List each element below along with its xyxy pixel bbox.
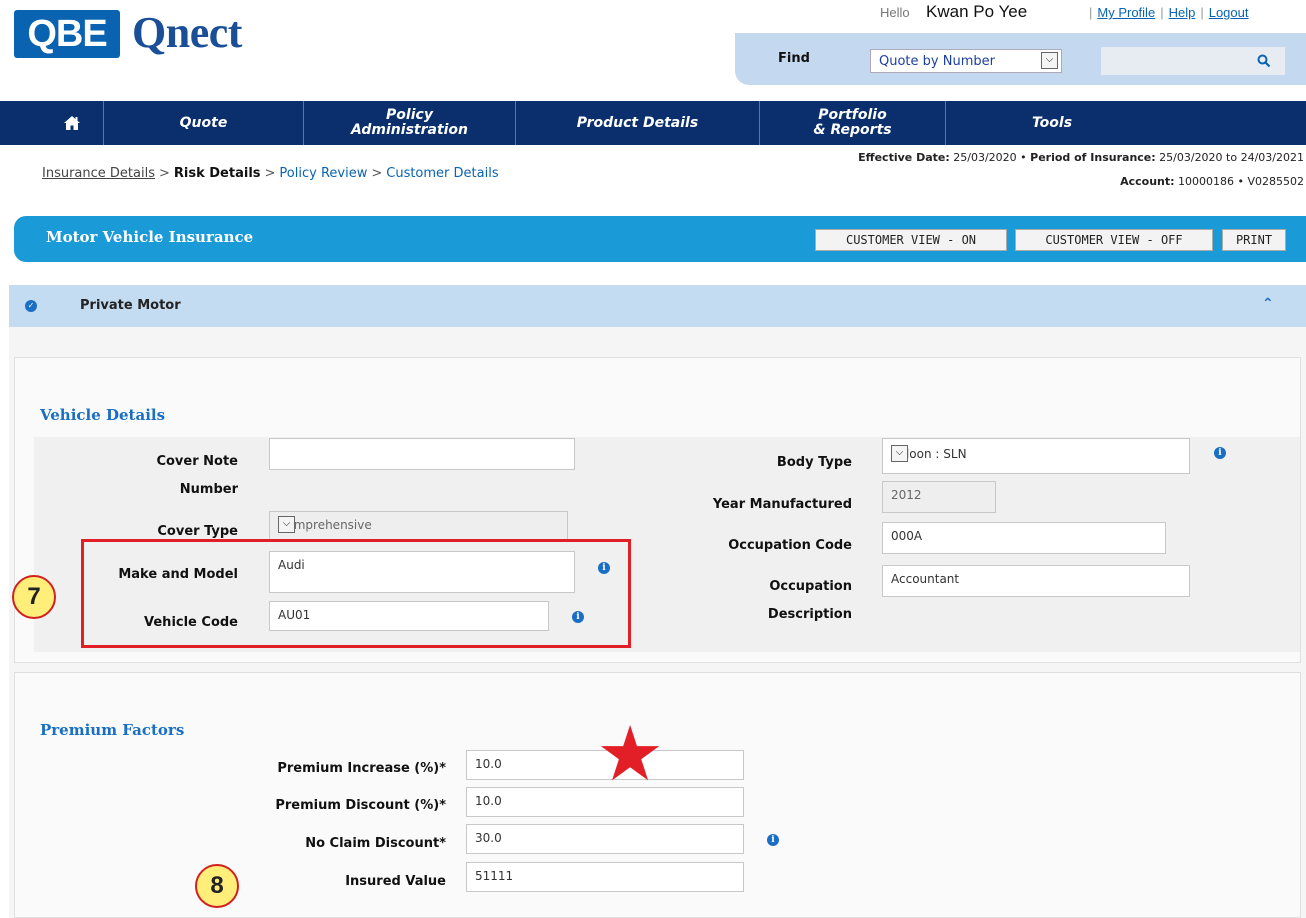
breadcrumb-insurance-details[interactable]: Insurance Details: [42, 166, 155, 181]
chevron-down-icon[interactable]: ⌵: [891, 445, 908, 462]
breadcrumb-customer-details[interactable]: Customer Details: [386, 166, 498, 181]
premium-factors-title: Premium Factors: [40, 721, 185, 739]
highlight-rectangle: [81, 539, 631, 648]
cover-note-label-1: Cover Note: [156, 454, 238, 469]
breadcrumb: Insurance Details > Risk Details > Policy Re…: [42, 166, 499, 181]
nav-product-details[interactable]: Product Details: [516, 101, 760, 145]
help-link[interactable]: Help: [1169, 5, 1196, 20]
occupation-code-value: 000A: [891, 529, 923, 543]
occupation-description-label-2: Description: [767, 607, 852, 622]
cover-type-label: Cover Type: [157, 524, 238, 539]
step-8-marker: 8: [195, 864, 239, 908]
premium-increase-value: 10.0: [475, 757, 502, 771]
vehicle-details-title: Vehicle Details: [40, 406, 166, 424]
account-label: Account:: [1120, 175, 1175, 188]
breadcrumb-separator: >: [264, 166, 276, 181]
premium-discount-value: 10.0: [475, 794, 502, 808]
nav-quote-label: Quote: [179, 114, 228, 131]
chevron-down-icon[interactable]: ⌵: [278, 516, 295, 533]
qnect-logo-text: Qnect: [132, 8, 242, 57]
top-links: | My Profile | Help | Logout: [1084, 5, 1248, 20]
star-icon: ★: [596, 709, 665, 798]
year-manufactured-input[interactable]: 2012: [882, 481, 996, 513]
nav-policy-administration[interactable]: Policy Administration: [304, 101, 516, 145]
premium-discount-label: Premium Discount (%)*: [275, 798, 446, 813]
breadcrumb-separator: >: [371, 166, 383, 181]
occupation-description-label-1: Occupation: [769, 579, 852, 594]
body-type-label: Body Type: [776, 455, 852, 470]
year-manufactured-label: Year Manufactured: [712, 497, 852, 512]
insured-value-value: 51111: [475, 869, 514, 883]
info-icon[interactable]: i: [1214, 447, 1226, 459]
info-icon[interactable]: i: [767, 834, 779, 846]
nav-policy-line1: Policy: [386, 107, 433, 123]
nav-portfolio-line2: & Reports: [813, 122, 892, 138]
insurance-title: Motor Vehicle Insurance: [46, 228, 254, 246]
no-claim-discount-label: No Claim Discount*: [305, 836, 446, 851]
effective-info: Effective Date: 25/03/2020 • Period of I…: [858, 151, 1304, 164]
main-nav: Quote Policy Administration Product Detai…: [0, 101, 1306, 145]
cover-note-label-2: Number: [179, 482, 238, 497]
year-manufactured-value: 2012: [891, 488, 922, 502]
nav-home[interactable]: [40, 101, 104, 145]
step-7-marker: 7: [12, 575, 56, 619]
nav-product-label: Product Details: [576, 114, 699, 131]
account-value: 10000186 • V0285502: [1178, 175, 1304, 188]
premium-increase-label: Premium Increase (%)*: [277, 761, 446, 776]
customer-view-on-button[interactable]: CUSTOMER VIEW - ON: [815, 229, 1007, 251]
search-button[interactable]: [1243, 47, 1285, 75]
cover-type-select[interactable]: Comprehensive ⌵: [269, 511, 568, 541]
find-type-value: Quote by Number: [879, 54, 995, 69]
body-type-select[interactable]: Saloon : SLN ⌵: [882, 438, 1190, 474]
logout-link[interactable]: Logout: [1209, 5, 1249, 20]
my-profile-link[interactable]: My Profile: [1097, 5, 1155, 20]
effective-date-label: Effective Date:: [858, 151, 950, 164]
home-icon: [63, 116, 80, 130]
search-icon: [1257, 54, 1271, 68]
qbe-logo[interactable]: QBE: [14, 10, 120, 58]
nav-portfolio-reports[interactable]: Portfolio & Reports: [760, 101, 946, 145]
link-separator: |: [1089, 5, 1093, 20]
find-type-select[interactable]: Quote by Number ⌵: [870, 49, 1062, 73]
private-motor-title: Private Motor: [80, 298, 181, 313]
user-name: Kwan Po Yee: [926, 2, 1028, 21]
breadcrumb-policy-review[interactable]: Policy Review: [279, 166, 367, 181]
customer-view-off-button[interactable]: CUSTOMER VIEW - OFF: [1015, 229, 1213, 251]
no-claim-discount-value: 30.0: [475, 831, 502, 845]
insured-value-input[interactable]: 51111: [466, 862, 744, 892]
link-separator: |: [1160, 5, 1164, 20]
nav-policy-line2: Administration: [350, 122, 469, 138]
nav-portfolio-line1: Portfolio: [818, 107, 887, 123]
nav-tools[interactable]: Tools: [946, 101, 1158, 145]
occupation-code-label: Occupation Code: [728, 538, 852, 553]
nav-tools-label: Tools: [1031, 114, 1073, 131]
check-icon: ✓: [25, 300, 37, 312]
no-claim-discount-input[interactable]: 30.0: [466, 824, 744, 854]
find-search-input[interactable]: [1101, 47, 1243, 75]
private-motor-bar[interactable]: [9, 285, 1306, 327]
chevron-down-icon[interactable]: ⌵: [1041, 52, 1058, 69]
account-info: Account: 10000186 • V0285502: [1120, 175, 1304, 188]
cover-note-number-input[interactable]: [269, 438, 575, 470]
period-value: 25/03/2020 to 24/03/2021: [1159, 151, 1304, 164]
occupation-description-input[interactable]: Accountant: [882, 565, 1190, 597]
breadcrumb-risk-details: Risk Details: [173, 166, 261, 181]
print-button[interactable]: PRINT: [1222, 229, 1286, 251]
chevron-up-icon[interactable]: ⌃: [1262, 296, 1274, 312]
effective-date-value: 25/03/2020: [953, 151, 1017, 164]
breadcrumb-separator: >: [158, 166, 170, 181]
period-label: Period of Insurance:: [1030, 151, 1156, 164]
nav-quote[interactable]: Quote: [104, 101, 304, 145]
occupation-description-value: Accountant: [891, 572, 960, 586]
occupation-code-input[interactable]: 000A: [882, 522, 1166, 554]
find-label: Find: [778, 51, 810, 66]
hello-label: Hello: [880, 5, 910, 20]
link-separator: |: [1200, 5, 1204, 20]
